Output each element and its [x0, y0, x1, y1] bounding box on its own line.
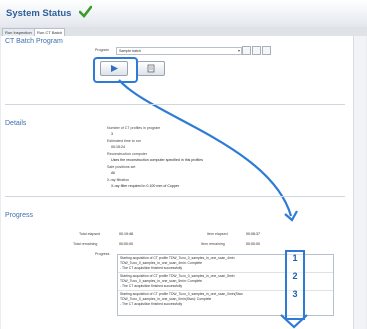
ct-batch-panel: CT Batch Program Program Sample batch ▾ … — [1, 36, 366, 329]
est-time-label: Estimated time to run — [107, 139, 141, 143]
recon-value: Uses the reconstruction computer specifi… — [111, 158, 203, 162]
num-profiles-label: Number of CT profiles in program — [107, 126, 161, 130]
log-line: - The CT acquisition finished successful… — [120, 302, 183, 306]
safe-positions-label: Safe positions set — [107, 165, 136, 169]
item-elapsed-label: Item elapsed — [207, 232, 228, 236]
total-remaining-label: Total remaining — [73, 242, 98, 246]
total-elapsed-label: Total elapsed — [79, 232, 101, 236]
step-marker-3: 3 — [292, 289, 298, 299]
log-line: Starting acquisition of CT profile TDW_T… — [120, 274, 235, 278]
log-line: Starting acquisition of CT profile TDW_T… — [120, 292, 243, 296]
divider — [5, 104, 345, 105]
est-time-value: 00:15:24 — [111, 145, 125, 149]
tab-bar: Run Inspection Run CT Batch — [0, 27, 367, 37]
progress-label: Progress — [95, 252, 110, 256]
num-profiles-value: 3 — [111, 132, 113, 136]
log-line: Starting acquisition of CT profile TDW_T… — [120, 256, 235, 260]
total-elapsed-value: 00:19:48 — [119, 232, 133, 236]
item-elapsed-value: 00:06:37 — [246, 232, 260, 236]
check-icon — [79, 5, 92, 18]
safe-positions-value: All — [111, 171, 115, 175]
step-marker-2: 2 — [292, 271, 298, 281]
xray-value: X-ray filter required in 0.100 mm of Cop… — [111, 184, 180, 188]
item-remaining-label: Item remaining — [201, 242, 225, 246]
log-line: - The CT acquisition finished successful… — [120, 284, 183, 288]
step-marker-1: 1 — [292, 253, 298, 263]
down-arrow-icon — [280, 314, 308, 329]
details-title: Details — [5, 120, 27, 127]
divider — [5, 196, 345, 197]
xray-label: X-ray filtration — [107, 178, 130, 182]
step-markers: 1 2 3 — [285, 250, 305, 320]
recon-label: Reconstruction computer — [107, 152, 147, 156]
log-line: TDW_Tuxo_0_samples_in_one_scan_4min: Com… — [120, 261, 203, 265]
title-bar: System Status — [0, 0, 367, 28]
progress-title: Progress — [5, 212, 34, 219]
log-line: TDW_Tuxo_0_samples_in_one_scan_0min(Stan… — [120, 297, 212, 301]
page-title: System Status — [6, 8, 72, 19]
log-line: - The CT acquisition finished successful… — [120, 266, 183, 270]
total-remaining-value: 00:00:00 — [119, 242, 133, 246]
log-line: TDW_Tuxo_0_samples_in_one_scan_5min: Com… — [120, 279, 203, 283]
item-remaining-value: 00:00:00 — [246, 242, 260, 246]
